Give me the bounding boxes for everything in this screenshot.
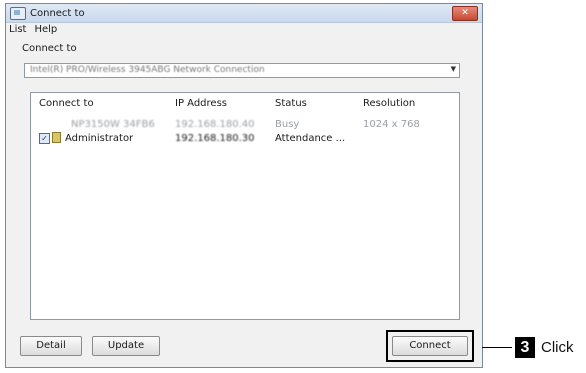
network-connection-dropdown[interactable]: Intel(R) PRO/Wireless 3945ABG Network Co…: [24, 63, 460, 78]
column-header-ip-address[interactable]: IP Address: [175, 98, 227, 109]
table-row[interactable]: NP3150W 34FB6 192.168.180.40 Busy 1024 x…: [31, 119, 459, 132]
row-name: NP3150W 34FB6: [71, 119, 155, 130]
row-name: Administrator: [65, 133, 134, 144]
column-header-status[interactable]: Status: [275, 98, 307, 109]
row-ip: 192.168.180.30: [175, 133, 255, 144]
user-icon: [52, 132, 61, 143]
row-status: Busy: [275, 119, 300, 130]
connect-to-label: Connect to: [22, 43, 77, 54]
row-ip: 192.168.180.40: [175, 119, 255, 130]
step-instruction: Click: [541, 339, 574, 356]
update-button[interactable]: Update: [92, 336, 160, 356]
column-header-connect-to[interactable]: Connect to: [39, 98, 94, 109]
row-status: Attendance ...: [275, 133, 346, 144]
close-icon[interactable]: ✕: [452, 6, 478, 21]
connection-list[interactable]: Connect to IP Address Status Resolution …: [30, 92, 460, 320]
column-header-resolution[interactable]: Resolution: [363, 98, 415, 109]
connect-highlight-box: [386, 330, 474, 362]
step-number-badge: 3: [515, 337, 535, 358]
callout-line: [482, 347, 512, 348]
chevron-down-icon[interactable]: ▼: [451, 65, 456, 73]
menu-item-help[interactable]: Help: [34, 24, 57, 35]
detail-button[interactable]: Detail: [20, 336, 82, 356]
row-resolution: 1024 x 768: [363, 119, 420, 130]
checkbox-checked-icon[interactable]: ✓: [39, 133, 50, 144]
table-row[interactable]: ✓ Administrator 192.168.180.30 Attendanc…: [31, 132, 459, 146]
title-bar: Connect to ✕: [6, 4, 482, 23]
menu-bar: List Help: [6, 23, 482, 36]
menu-item-list[interactable]: List: [9, 24, 26, 35]
connect-app-icon: [10, 6, 26, 20]
selected-connection: Intel(R) PRO/Wireless 3945ABG Network Co…: [30, 65, 265, 75]
window-title: Connect to: [30, 7, 85, 19]
